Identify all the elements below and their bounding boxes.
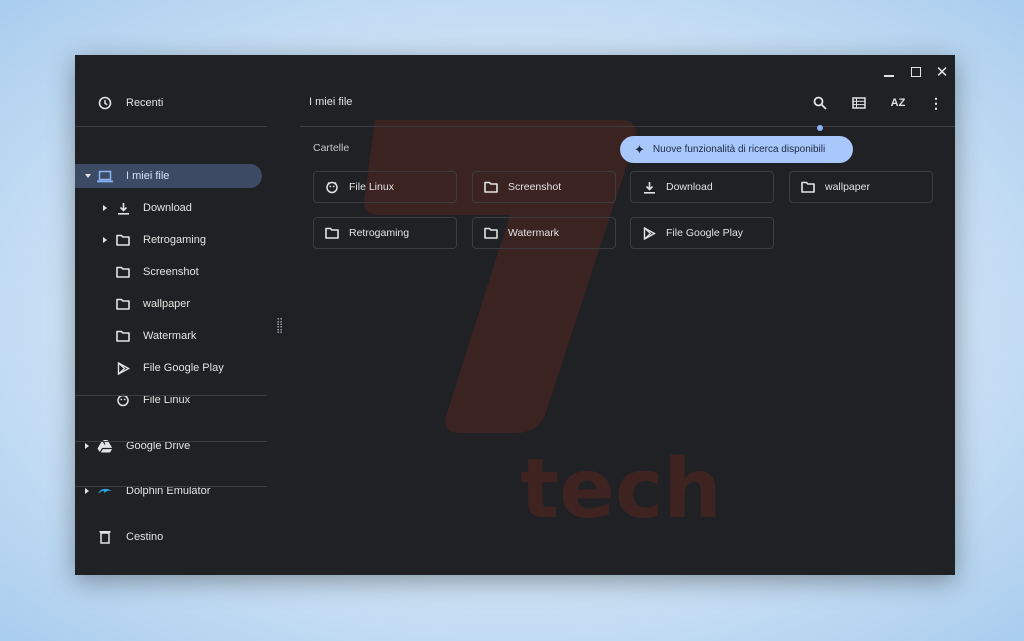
header-divider [300,126,955,127]
folder-icon [800,179,816,195]
sidebar-item-label: Recenti [126,97,164,109]
folder-name: wallpaper [825,181,870,193]
folder-icon [115,232,131,248]
play-icon [641,225,657,241]
sidebar-item-dolphin-emulator[interactable]: Dolphin Emulator [75,479,262,503]
svg-text:tech: tech [520,442,722,537]
expand-arrow-icon[interactable] [85,442,89,449]
folder-tile-retrogaming[interactable]: Retrogaming [313,217,457,249]
folder-tile-file-google-play[interactable]: File Google Play [630,217,774,249]
linux-icon [324,179,340,195]
folder-name: File Linux [349,181,394,193]
folder-tile-wallpaper[interactable]: wallpaper [789,171,933,203]
sidebar-item-label: Retrogaming [143,234,206,246]
minimize-button[interactable] [878,61,900,83]
sidebar-divider [75,126,267,127]
folder-icon [483,225,499,241]
sidebar-item-google-drive[interactable]: Google Drive [75,434,262,458]
sidebar-item-recent[interactable]: Recenti [75,91,262,115]
folder-name: File Google Play [666,227,744,239]
folder-tile-file-linux[interactable]: File Linux [313,171,457,203]
sidebar-divider [75,486,267,487]
folder-name: Retrogaming [349,227,410,239]
folder-icon [115,328,131,344]
sparkle-icon: ✦ [634,141,645,157]
sidebar-item-file-linux[interactable]: File Linux [75,388,262,412]
collapse-arrow-icon[interactable] [85,174,91,178]
page-title: I miei file [309,96,353,108]
trash-icon [97,529,113,545]
files-app-window: tech ✕ Recenti I miei file Download Retroga… [75,55,955,575]
list-view-button[interactable] [849,93,869,113]
search-button[interactable] [810,93,830,113]
maximize-button[interactable] [905,61,927,83]
sidebar-item-watermark[interactable]: Watermark [75,324,262,348]
sidebar-resize-handle[interactable]: ⠿ ⠿ [276,319,283,337]
folder-tile-download[interactable]: Download [630,171,774,203]
new-feature-dot [817,125,823,131]
folder-name: Watermark [508,227,559,239]
tooltip-text: Nuove funzionalità di ricerca disponibil… [652,144,826,155]
section-heading: Cartelle [313,142,350,154]
list-view-icon [852,97,866,109]
sort-button[interactable]: AZ [888,93,908,113]
sidebar-item-label: Download [143,202,192,214]
folder-icon [115,296,131,312]
folder-icon [324,225,340,241]
sidebar-item-label: Watermark [143,330,197,342]
folder-tile-screenshot[interactable]: Screenshot [472,171,616,203]
sort-az-icon: AZ [890,97,906,109]
sidebar-item-download[interactable]: Download [75,196,262,220]
download-icon [115,200,131,216]
sidebar-item-file-google-play[interactable]: File Google Play [75,356,262,380]
sidebar-item-label: Cestino [126,531,164,543]
sidebar-divider [75,395,267,396]
expand-arrow-icon[interactable] [103,204,107,211]
expand-arrow-icon[interactable] [103,236,107,243]
more-vert-icon: ⋮ [929,94,943,111]
laptop-icon [97,168,113,184]
sidebar-item-my-files[interactable]: I miei file [75,164,262,188]
more-options-button[interactable]: ⋮ [926,93,946,113]
play-icon [115,360,131,376]
folder-name: Screenshot [508,181,562,193]
folder-name: Download [666,181,713,193]
expand-arrow-icon[interactable] [85,487,89,494]
sidebar-item-label: I miei file [126,170,170,182]
clock-icon [97,95,113,111]
close-button[interactable]: ✕ [931,61,953,83]
folder-tile-watermark[interactable]: Watermark [472,217,616,249]
sidebar-item-screenshot[interactable]: Screenshot [75,260,262,284]
folder-icon [483,179,499,195]
sidebar-item-label: wallpaper [143,298,191,310]
sidebar-item-label: Screenshot [143,266,199,278]
search-features-tooltip[interactable]: ✦ Nuove funzionalità di ricerca disponib… [620,136,853,163]
sidebar-divider [75,441,267,442]
sidebar-item-wallpaper[interactable]: wallpaper [75,292,262,316]
search-icon [813,96,827,110]
sidebar-item-retrogaming[interactable]: Retrogaming [75,228,262,252]
sidebar-item-label: File Google Play [143,362,224,374]
download-icon [641,179,657,195]
sidebar-item-trash[interactable]: Cestino [75,525,262,549]
folder-icon [115,264,131,280]
